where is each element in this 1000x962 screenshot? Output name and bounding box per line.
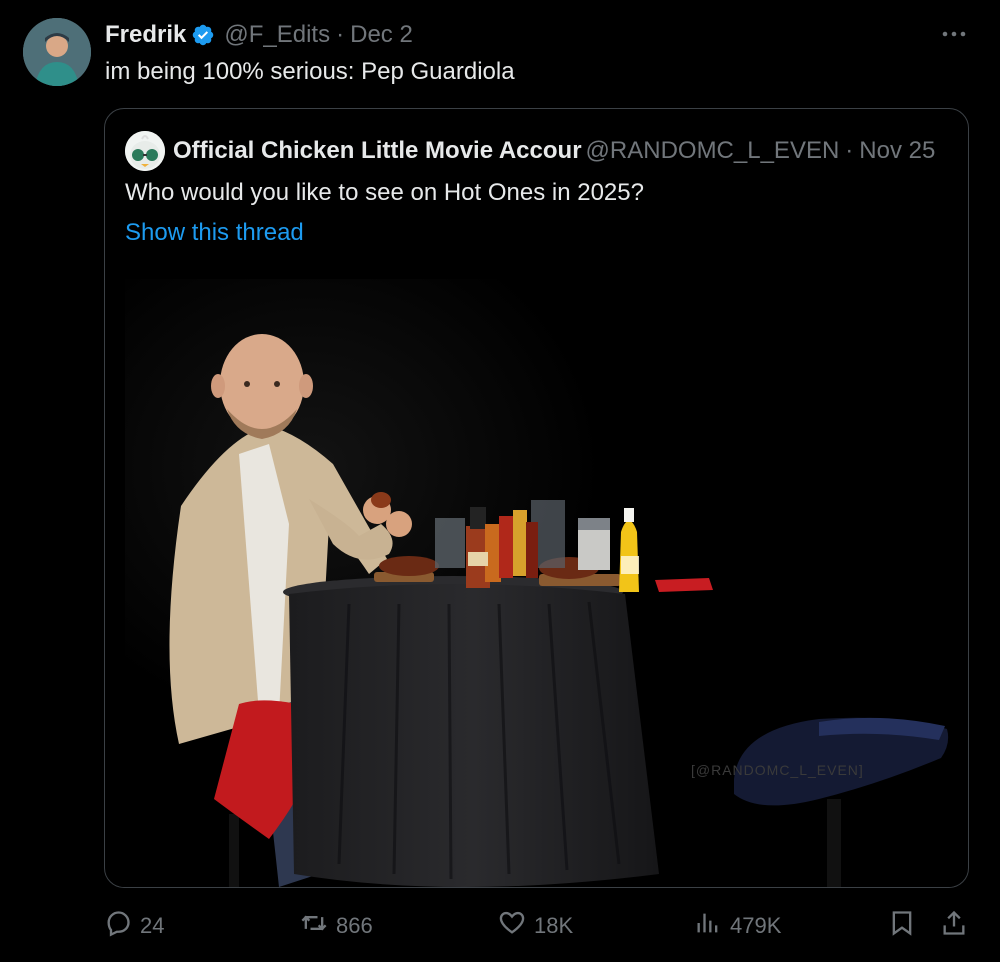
separator-dot: · <box>336 21 345 48</box>
share-icon <box>940 909 976 943</box>
reply-count: 24 <box>140 913 165 938</box>
quoted-tweet-header: Official Chicken Little Movie Accour @RA… <box>125 131 935 171</box>
like-button[interactable]: 18K <box>498 908 573 944</box>
show-thread-link[interactable]: Show this thread <box>125 219 304 247</box>
quoted-author-handle[interactable]: @RANDOMC_L_EVEN <box>586 137 840 165</box>
share-button[interactable] <box>940 908 976 944</box>
repost-button[interactable]: 866 <box>300 908 373 944</box>
chicken-little-avatar-icon[interactable] <box>125 131 165 171</box>
verified-badge-icon <box>191 23 215 47</box>
quoted-tweet-date[interactable]: Nov 25 <box>859 137 935 165</box>
author-name[interactable]: Fredrik <box>105 21 186 49</box>
image-watermark: [@RANDOMC_L_EVEN] <box>691 762 864 778</box>
views-button[interactable]: 479K <box>694 908 781 944</box>
repost-icon <box>300 909 336 943</box>
separator-dot: · <box>845 137 854 164</box>
author-avatar[interactable] <box>23 18 91 86</box>
quoted-tweet[interactable]: Official Chicken Little Movie Accour @RA… <box>104 108 969 888</box>
view-count: 479K <box>730 913 782 938</box>
like-count: 18K <box>534 913 574 938</box>
bookmark-icon <box>888 909 924 943</box>
quoted-author-name[interactable]: Official Chicken Little Movie Accour <box>173 137 582 165</box>
tweet-text: im being 100% serious: Pep Guardiola <box>105 58 515 85</box>
tweet-action-bar: 24 866 18K 479K <box>104 908 970 944</box>
quoted-tweet-text: Who would you like to see on Hot Ones in… <box>125 179 644 206</box>
repost-count: 866 <box>336 913 373 938</box>
views-chart-icon <box>694 909 730 943</box>
tweet-header: Fredrik @F_Edits · Dec 2 <box>105 20 413 50</box>
quoted-tweet-image[interactable]: [@RANDOMC_L_EVEN] <box>119 274 954 887</box>
author-handle[interactable]: @F_Edits <box>224 21 330 49</box>
bookmark-button[interactable] <box>888 908 924 944</box>
reply-button[interactable]: 24 <box>104 908 164 944</box>
tweet-date[interactable]: Dec 2 <box>350 21 413 49</box>
reply-icon <box>104 909 140 943</box>
heart-icon <box>498 909 534 943</box>
more-options-icon[interactable] <box>940 22 968 46</box>
